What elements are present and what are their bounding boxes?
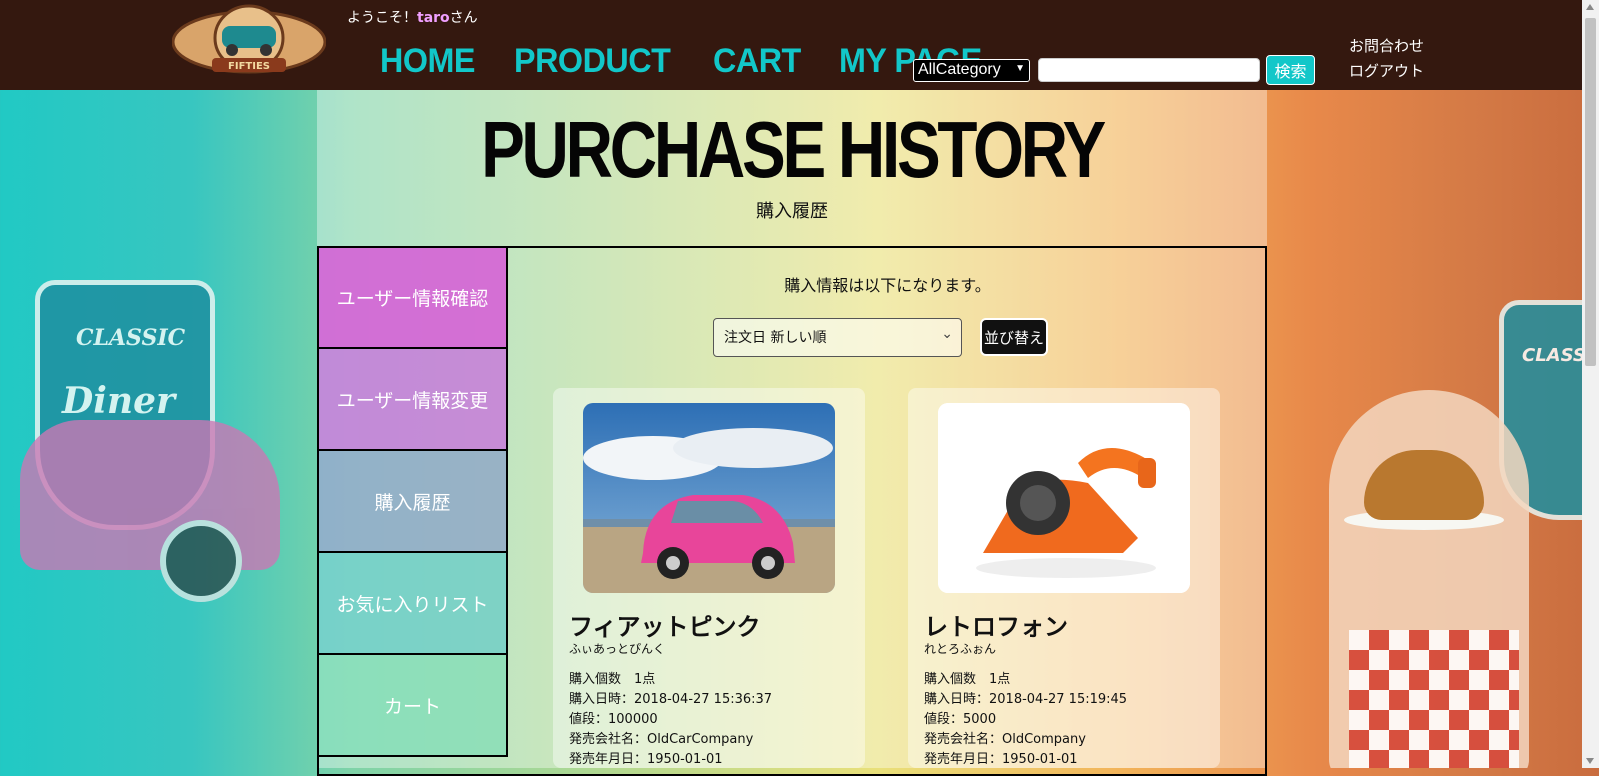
username: taro [417, 10, 450, 26]
page-scrollbar[interactable] [1582, 0, 1599, 768]
product-price: 値段：5000 [924, 712, 997, 727]
welcome-message: ようこそ！taroさん [347, 7, 478, 27]
product-image-retro-phone[interactable] [938, 403, 1190, 593]
sort-select-value: 注文日 新しい順 [724, 330, 827, 346]
logo-text: FIFTIES [228, 61, 270, 72]
page-subtitle: 購入履歴 [756, 201, 828, 222]
background-car [20, 420, 280, 602]
product-release-date: 発売年月日：1950-01-01 [569, 752, 723, 767]
purchase-card: フィアットピンク ふぃあっとぴんく 購入個数 1点 購入日時：2018-04-2… [553, 388, 865, 768]
scrollbar-thumb[interactable] [1585, 18, 1596, 366]
search-input[interactable] [1038, 58, 1260, 82]
sidebar-item-user-info[interactable]: ユーザー情報確認 [317, 246, 508, 349]
sidebar-item-favorites[interactable]: お気に入りリスト [317, 553, 508, 655]
purchase-date: 購入日時：2018-04-27 15:36:37 [569, 692, 773, 707]
product-price: 値段：100000 [569, 712, 658, 727]
welcome-suffix: さん [449, 10, 478, 26]
product-company: 発売会社名：OldCarCompany [569, 732, 754, 747]
product-image-pink-fiat[interactable] [583, 403, 835, 593]
product-name: フィアットピンク [569, 613, 761, 641]
product-kana: ふぃあっとぴんく [569, 642, 666, 656]
main-nav: HOME PRODUCT CART MY PAGE [380, 42, 989, 81]
dropdown-arrow-icon: ▼ [1015, 63, 1025, 74]
product-company: 発売会社名：OldCompany [924, 732, 1086, 747]
purchase-quantity: 購入個数 1点 [569, 672, 656, 687]
purchase-quantity: 購入個数 1点 [924, 672, 1011, 687]
search-button[interactable]: 検索 [1266, 55, 1315, 85]
sidebar-item-user-edit[interactable]: ユーザー情報変更 [317, 349, 508, 451]
purchase-card: レトロフォン れとろふぉん 購入個数 1点 購入日時：2018-04-27 15… [908, 388, 1220, 768]
sign-right-text: CLASS [1522, 345, 1586, 366]
product-release-date: 発売年月日：1950-01-01 [924, 752, 1078, 767]
chevron-down-icon: ⌄ [941, 326, 953, 342]
site-logo[interactable]: FIFTIES [171, 4, 327, 80]
purchase-info-text: 購入情報は以下になります。 [784, 276, 991, 295]
sidebar-item-purchase-history[interactable]: 購入履歴 [317, 451, 508, 553]
background-wheel [160, 520, 242, 602]
category-select-value: AllCategory [918, 61, 1001, 78]
nav-cart[interactable]: CART [713, 42, 801, 81]
sidebar-item-cart[interactable]: カート [317, 655, 508, 757]
scroll-down-icon[interactable] [1586, 758, 1594, 764]
page-title: PURCHASE HISTORY [481, 105, 1106, 194]
purchase-date: 購入日時：2018-04-27 15:19:45 [924, 692, 1128, 707]
welcome-prefix: ようこそ！ [347, 10, 417, 26]
contact-link[interactable]: お問合わせ [1349, 35, 1424, 56]
product-kana: れとろふぉん [924, 642, 997, 656]
sign-text-bottom: Diner [62, 380, 175, 422]
product-name: レトロフォン [924, 613, 1068, 641]
sort-button[interactable]: 並び替え [980, 318, 1048, 356]
nav-product[interactable]: PRODUCT [514, 42, 671, 81]
site-header: FIFTIES ようこそ！taroさん HOME PRODUCT CART MY… [0, 0, 1599, 90]
background-checkered-pants [1349, 630, 1519, 768]
logout-link[interactable]: ログアウト [1349, 60, 1424, 81]
mypage-sidebar: ユーザー情報確認 ユーザー情報変更 購入履歴 お気に入りリスト カート [317, 246, 508, 757]
scroll-up-icon[interactable] [1586, 4, 1594, 10]
sort-select[interactable]: 注文日 新しい順 ⌄ [713, 318, 962, 357]
sign-text-top: CLASSIC [76, 325, 186, 351]
category-select[interactable]: AllCategory ▼ [913, 59, 1030, 82]
nav-home[interactable]: HOME [380, 42, 475, 81]
